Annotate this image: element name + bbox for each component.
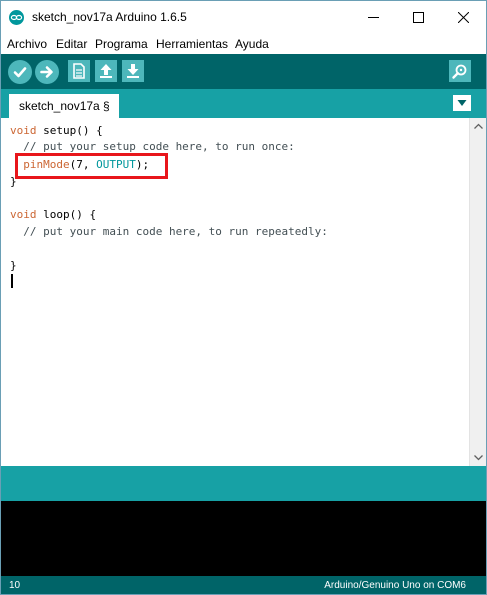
arduino-logo-icon — [9, 10, 24, 25]
text-caret — [11, 274, 13, 288]
setup-signature: setup() { — [36, 124, 103, 137]
toolbar — [1, 54, 486, 89]
menu-ayuda[interactable]: Ayuda — [235, 37, 269, 51]
scroll-down-arrow-icon[interactable] — [470, 449, 487, 466]
editor-scrollbar[interactable] — [469, 118, 486, 466]
highlight-annotation — [15, 153, 168, 179]
status-bar: 10 Arduino/Genuino Uno on COM6 — [1, 576, 486, 594]
scroll-up-arrow-icon[interactable] — [470, 118, 487, 135]
maximize-button[interactable] — [396, 1, 441, 34]
title-bar[interactable]: sketch_nov17a Arduino 1.6.5 — [1, 1, 486, 34]
new-sketch-button[interactable] — [68, 60, 90, 82]
serial-monitor-button[interactable] — [449, 60, 471, 82]
window-title: sketch_nov17a Arduino 1.6.5 — [32, 10, 187, 24]
code-editor[interactable]: void setup() { // put your setup code he… — [1, 118, 469, 466]
tab-sketch[interactable]: sketch_nov17a § — [9, 94, 119, 118]
status-board-port: Arduino/Genuino Uno on COM6 — [324, 580, 466, 591]
code-line-1: void setup() { — [10, 124, 103, 137]
message-area — [1, 466, 486, 501]
new-icon — [73, 63, 85, 79]
tab-menu-button[interactable] — [453, 95, 471, 111]
minimize-button[interactable] — [351, 1, 396, 34]
verify-icon — [13, 67, 27, 78]
menu-herramientas[interactable]: Herramientas — [156, 37, 228, 51]
code-line-9: } — [10, 259, 17, 272]
tab-strip: sketch_nov17a § — [1, 89, 486, 118]
save-icon — [127, 64, 139, 78]
triangle-down-icon — [457, 100, 467, 106]
verify-button[interactable] — [8, 60, 32, 84]
console-output[interactable] — [1, 501, 486, 576]
maximize-icon — [413, 12, 424, 23]
menu-bar: Archivo Editar Programa Herramientas Ayu… — [1, 34, 486, 54]
loop-signature: loop() { — [36, 208, 97, 221]
close-button[interactable] — [441, 1, 486, 34]
save-sketch-button[interactable] — [122, 60, 144, 82]
menu-editar[interactable]: Editar — [56, 37, 87, 51]
tab-label: sketch_nov17a § — [19, 99, 110, 113]
code-line-7: // put your main code here, to run repea… — [10, 225, 328, 238]
keyword-void: void — [10, 208, 37, 221]
keyword-void: void — [10, 124, 37, 137]
arduino-ide-window: sketch_nov17a Arduino 1.6.5 Archivo Edit… — [0, 0, 487, 595]
upload-icon — [40, 66, 53, 78]
open-icon — [100, 64, 112, 78]
close-icon — [458, 12, 469, 23]
serial-monitor-icon — [452, 64, 467, 79]
status-line-number: 10 — [9, 580, 21, 591]
code-line-6: void loop() { — [10, 208, 96, 221]
upload-button[interactable] — [35, 60, 59, 84]
menu-archivo[interactable]: Archivo — [7, 37, 47, 51]
open-sketch-button[interactable] — [95, 60, 117, 82]
code-line-2: // put your setup code here, to run once… — [10, 140, 295, 153]
menu-programa[interactable]: Programa — [95, 37, 148, 51]
minimize-icon — [368, 17, 379, 18]
